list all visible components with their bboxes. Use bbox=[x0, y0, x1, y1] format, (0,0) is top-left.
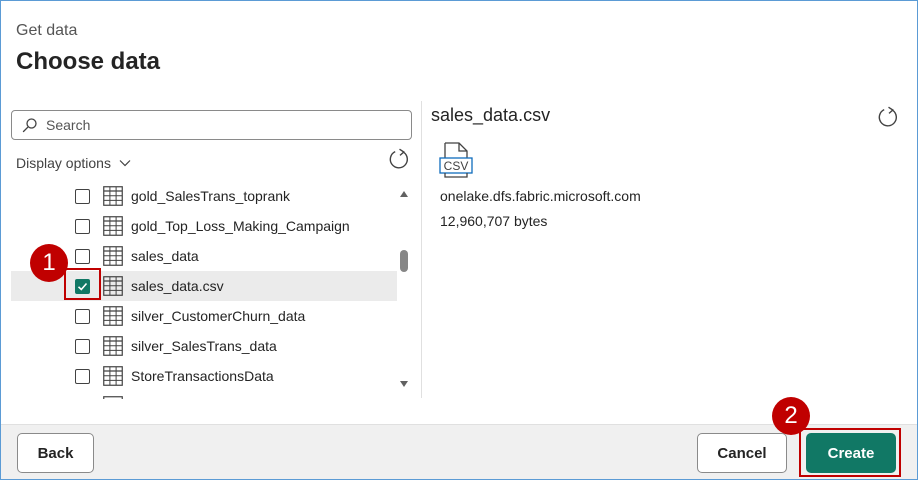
item-checkbox[interactable] bbox=[75, 338, 90, 354]
dialog-title: Choose data bbox=[16, 48, 161, 75]
back-button[interactable]: Back bbox=[17, 433, 94, 473]
table-icon bbox=[103, 366, 123, 386]
list-item-label: StoreTransactionsData bbox=[131, 368, 274, 384]
get-data-dialog: Get data Choose data Display options gol… bbox=[0, 0, 918, 480]
cancel-button[interactable]: Cancel bbox=[697, 433, 787, 473]
list-item[interactable]: sales_data bbox=[11, 241, 397, 271]
preview-source: onelake.dfs.fabric.microsoft.com bbox=[440, 188, 641, 204]
highlight-box-step-2 bbox=[799, 428, 901, 477]
display-options-dropdown[interactable]: Display options bbox=[16, 155, 131, 171]
search-input[interactable] bbox=[46, 117, 386, 133]
search-box[interactable] bbox=[11, 110, 412, 140]
csv-file-icon: CSV bbox=[439, 142, 473, 178]
scroll-up-arrow[interactable] bbox=[399, 190, 409, 198]
item-checkbox[interactable] bbox=[75, 248, 90, 264]
item-checkbox[interactable] bbox=[75, 368, 90, 384]
panel-divider bbox=[421, 101, 422, 398]
dialog-subtitle: Get data bbox=[16, 22, 78, 39]
chevron-down-icon bbox=[119, 160, 131, 167]
list-item-label: silver_CustomerChurn_data bbox=[131, 308, 306, 324]
table-icon bbox=[103, 336, 123, 356]
list-item[interactable]: silver_SalesTrans_data bbox=[11, 331, 397, 361]
table-icon bbox=[103, 246, 123, 266]
search-icon bbox=[22, 118, 37, 133]
table-icon bbox=[103, 216, 123, 236]
list-item-label: silver_SalesTrans_data bbox=[131, 338, 277, 354]
display-options-label: Display options bbox=[16, 155, 111, 171]
scrollbar-thumb[interactable] bbox=[400, 250, 408, 272]
item-checkbox[interactable] bbox=[75, 188, 90, 204]
item-checkbox[interactable] bbox=[75, 308, 90, 324]
list-item[interactable]: gold_Top_Loss_Making_Campaign bbox=[11, 211, 397, 241]
list-item-label: sales_data.csv bbox=[131, 278, 224, 294]
preview-file-name: sales_data.csv bbox=[431, 105, 551, 125]
list-item-label: sales_data bbox=[131, 248, 199, 264]
item-checkbox[interactable] bbox=[75, 218, 90, 234]
table-icon bbox=[103, 306, 123, 326]
list-item-label: gold_SalesTrans_toprank bbox=[131, 188, 291, 204]
table-icon bbox=[103, 186, 123, 206]
scroll-down-arrow[interactable] bbox=[399, 380, 409, 388]
preview-size: 12,960,707 bytes bbox=[440, 213, 548, 229]
csv-badge-text: CSV bbox=[444, 159, 469, 173]
list-item[interactable]: StoreTransactionsData bbox=[11, 361, 397, 391]
list-item-label: gold_Top_Loss_Making_Campaign bbox=[131, 218, 350, 234]
list-item[interactable]: silver_CustomerChurn_data bbox=[11, 301, 397, 331]
table-icon bbox=[103, 396, 123, 399]
table-icon bbox=[103, 276, 123, 296]
highlight-box-step-1 bbox=[64, 268, 101, 300]
refresh-icon[interactable] bbox=[387, 147, 411, 171]
step-1-badge: 1 bbox=[30, 244, 68, 282]
step-2-badge: 2 bbox=[772, 397, 810, 435]
list-item-partial bbox=[11, 391, 397, 399]
list-item[interactable]: gold_SalesTrans_toprank bbox=[11, 181, 397, 211]
refresh-icon[interactable] bbox=[876, 105, 900, 129]
